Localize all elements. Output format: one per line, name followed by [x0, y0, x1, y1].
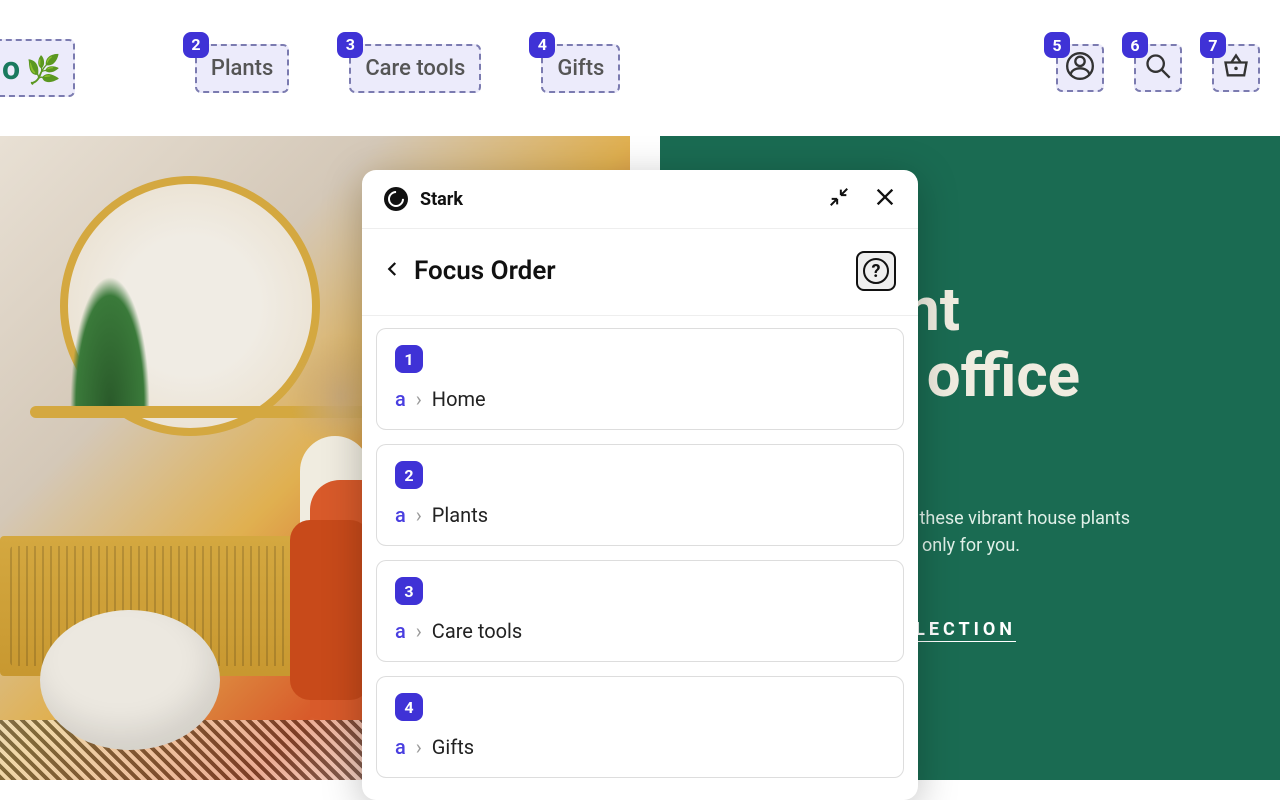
logo-letter: o	[2, 49, 20, 87]
focus-badge-4: 4	[529, 32, 555, 58]
nav-gifts-label: Gifts	[557, 56, 604, 81]
cart-button[interactable]: 7	[1212, 44, 1260, 92]
nav-links: 2 Plants 3 Care tools 4 Gifts	[195, 44, 620, 93]
focus-badge-7: 7	[1200, 32, 1226, 58]
order-label: Plants	[432, 503, 488, 527]
chevron-right-icon: ›	[416, 619, 422, 643]
stark-panel: Stark Focus Order ? 1 a › Home	[362, 170, 918, 800]
nav-gifts[interactable]: 4 Gifts	[541, 44, 620, 93]
topbar: o 🌿 2 Plants 3 Care tools 4 Gifts 5 6	[0, 0, 1280, 136]
order-label: Home	[432, 387, 486, 411]
chevron-right-icon: ›	[416, 387, 422, 411]
order-badge: 4	[395, 693, 423, 721]
basket-icon	[1222, 52, 1250, 84]
order-badge: 1	[395, 345, 423, 373]
chevron-right-icon: ›	[416, 735, 422, 759]
order-tag: a	[395, 387, 406, 411]
nav-plants-label: Plants	[211, 56, 273, 81]
focus-badge-3: 3	[337, 32, 363, 58]
focus-badge-6: 6	[1122, 32, 1148, 58]
panel-header: Stark	[362, 170, 918, 229]
panel-section-title: Focus Order	[414, 256, 556, 286]
account-icon	[1066, 52, 1094, 84]
order-label: Gifts	[432, 735, 474, 759]
order-tag: a	[395, 503, 406, 527]
focus-order-item[interactable]: 4 a › Gifts	[376, 676, 904, 778]
order-tag: a	[395, 619, 406, 643]
help-button[interactable]: ?	[856, 251, 896, 291]
order-badge: 2	[395, 461, 423, 489]
nav-care-tools[interactable]: 3 Care tools	[349, 44, 481, 93]
focus-badge-5: 5	[1044, 32, 1070, 58]
chevron-right-icon: ›	[416, 503, 422, 527]
nav-care-label: Care tools	[365, 56, 465, 81]
focus-badge-2: 2	[183, 32, 209, 58]
order-badge: 3	[395, 577, 423, 605]
topbar-right: 5 6 7	[1056, 44, 1260, 92]
order-label: Care tools	[432, 619, 522, 643]
focus-order-list: 1 a › Home 2 a › Plants 3 a › Care tools	[362, 316, 918, 800]
stark-logo-icon	[384, 187, 408, 211]
focus-order-item[interactable]: 1 a › Home	[376, 328, 904, 430]
minimize-icon[interactable]	[828, 186, 850, 212]
leaf-icon: 🌿	[26, 53, 61, 86]
order-tag: a	[395, 735, 406, 759]
search-icon	[1144, 52, 1172, 84]
logo-focus-box[interactable]: o 🌿	[0, 39, 75, 97]
search-button[interactable]: 6	[1134, 44, 1182, 92]
panel-brand: Stark	[420, 189, 463, 210]
focus-order-item[interactable]: 2 a › Plants	[376, 444, 904, 546]
account-button[interactable]: 5	[1056, 44, 1104, 92]
panel-subheader: Focus Order ?	[362, 229, 918, 316]
close-icon[interactable]	[874, 186, 896, 212]
focus-order-item[interactable]: 3 a › Care tools	[376, 560, 904, 662]
help-icon: ?	[863, 258, 889, 284]
nav-plants[interactable]: 2 Plants	[195, 44, 289, 93]
back-icon[interactable]	[384, 260, 402, 282]
